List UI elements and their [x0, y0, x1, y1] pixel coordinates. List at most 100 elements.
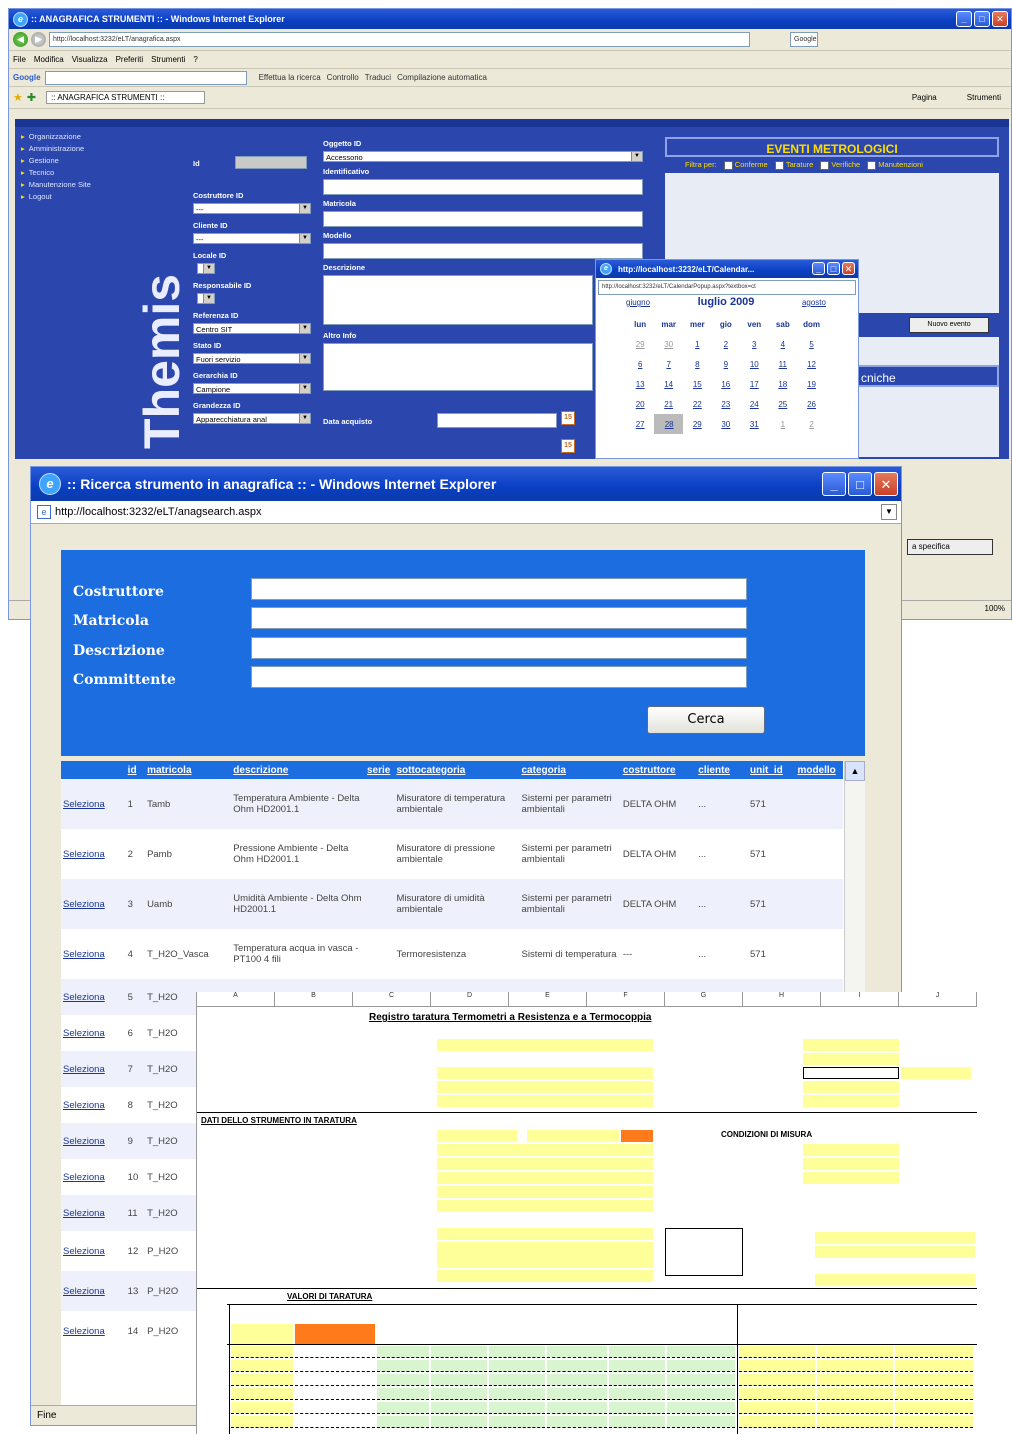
cal-close-button[interactable]: ✕ [842, 262, 855, 275]
nav-organizzazione[interactable]: Organizzazione [21, 131, 151, 143]
seleziona-link[interactable]: Seleziona [63, 899, 105, 910]
nav-amministrazione[interactable]: Amministrazione [21, 143, 151, 155]
nuovo-evento-button[interactable]: Nuovo evento [909, 317, 989, 333]
google-autofill-button[interactable]: Compilazione automatica [397, 73, 487, 82]
maximize-button[interactable]: □ [974, 11, 990, 27]
calendar-day[interactable]: 25 [769, 394, 798, 414]
seleziona-link[interactable]: Seleziona [63, 1286, 105, 1297]
sheet-cell[interactable] [815, 1246, 975, 1258]
sheet-data-cell[interactable] [895, 1374, 973, 1386]
sheet-cell[interactable] [803, 1144, 899, 1156]
calendar-day[interactable]: 29 [626, 334, 654, 354]
sheet-cell[interactable] [437, 1158, 653, 1170]
calendar-prev-month[interactable]: giugno [626, 298, 650, 307]
search-address-bar[interactable]: e http://localhost:3232/eLT/anagsearch.a… [31, 501, 901, 524]
sheet-data-cell[interactable] [609, 1374, 665, 1386]
calendar-day[interactable]: 18 [769, 374, 798, 394]
sheet-data-cell[interactable] [489, 1346, 545, 1358]
calendar-next-month[interactable]: agosto [802, 298, 826, 307]
column-header-cliente[interactable]: cliente [696, 761, 749, 779]
sheet-cell[interactable] [437, 1067, 653, 1079]
search-minimize-button[interactable]: _ [822, 472, 846, 496]
seleziona-link[interactable]: Seleziona [63, 1246, 105, 1257]
locale-select[interactable]: ▼ [197, 263, 215, 274]
sheet-data-cell[interactable] [431, 1402, 487, 1414]
sheet-data-cell[interactable] [817, 1374, 893, 1386]
sheet-data-cell[interactable] [667, 1416, 735, 1428]
seleziona-link[interactable]: Seleziona [63, 949, 105, 960]
sheet-data-cell[interactable] [547, 1374, 607, 1386]
calendar-day[interactable]: 23 [712, 394, 740, 414]
sheet-cell[interactable] [437, 1200, 653, 1212]
search-close-button[interactable]: ✕ [874, 472, 898, 496]
calendar-day[interactable]: 20 [626, 394, 654, 414]
sheet-data-cell[interactable] [231, 1360, 293, 1372]
sheet-data-cell[interactable] [295, 1416, 375, 1428]
sheet-data-cell[interactable] [895, 1388, 973, 1400]
gerarchia-select[interactable]: Campione ▼ [193, 383, 311, 394]
column-header-unit-id[interactable]: unit_id [748, 761, 796, 779]
sheet-data-cell[interactable] [295, 1402, 375, 1414]
sheet-data-cell[interactable] [431, 1360, 487, 1372]
sheet-data-cell[interactable] [489, 1374, 545, 1386]
sheet-data-cell[interactable] [817, 1388, 893, 1400]
add-favorite-icon[interactable]: ✚ [27, 91, 36, 104]
calendar-icon-2[interactable]: 15 [561, 439, 575, 453]
cliente-select[interactable]: --- ▼ [193, 233, 311, 244]
costruttore-select[interactable]: --- ▼ [193, 203, 311, 214]
calendar-day[interactable]: 24 [740, 394, 769, 414]
sheet-data-cell[interactable] [667, 1388, 735, 1400]
calendar-day[interactable]: 14 [654, 374, 683, 394]
sheet-data-cell[interactable] [377, 1388, 429, 1400]
calendar-day[interactable]: 5 [797, 334, 826, 354]
seleziona-link[interactable]: Seleziona [63, 1064, 105, 1075]
column-header-categoria[interactable]: categoria [519, 761, 621, 779]
sheet-data-cell[interactable] [431, 1346, 487, 1358]
calendar-day[interactable]: 2 [712, 334, 740, 354]
sheet-cell[interactable] [901, 1067, 971, 1079]
sheet-data-cell[interactable] [377, 1416, 429, 1428]
menu-modifica[interactable]: Modifica [34, 55, 64, 64]
nav-gestione[interactable]: Gestione [21, 155, 151, 167]
seleziona-link[interactable]: Seleziona [63, 1100, 105, 1111]
sheet-cell[interactable] [803, 1039, 899, 1051]
sheet-cell[interactable] [803, 1081, 899, 1093]
column-header-costruttore[interactable]: costruttore [620, 761, 697, 779]
calendar-day[interactable]: 17 [740, 374, 769, 394]
sheet-data-cell[interactable] [231, 1346, 293, 1358]
sheet-cell[interactable] [803, 1172, 899, 1184]
calendar-day[interactable]: 19 [797, 374, 826, 394]
sheet-data-cell[interactable] [609, 1360, 665, 1372]
sheet-data-cell[interactable] [609, 1402, 665, 1414]
scroll-up-icon[interactable]: ▲ [845, 761, 865, 781]
sheet-data-cell[interactable] [377, 1402, 429, 1414]
id-field[interactable] [235, 156, 307, 169]
sheet-data-cell[interactable] [739, 1360, 815, 1372]
sheet-data-cell[interactable] [667, 1346, 735, 1358]
sheet-cell[interactable] [815, 1274, 975, 1286]
sheet-data-cell[interactable] [739, 1388, 815, 1400]
sheet-data-cell[interactable] [431, 1374, 487, 1386]
cerca-button[interactable]: Cerca [647, 706, 765, 734]
sheet-data-cell[interactable] [609, 1388, 665, 1400]
google-check-button[interactable]: Controllo [327, 73, 359, 82]
sheet-cell[interactable] [437, 1130, 517, 1142]
calendar-day[interactable]: 10 [740, 354, 769, 374]
forward-icon[interactable]: ▶ [31, 32, 46, 47]
calendar-day[interactable]: 8 [683, 354, 712, 374]
seleziona-link[interactable]: Seleziona [63, 1326, 105, 1337]
cal-minimize-button[interactable]: _ [812, 262, 825, 275]
sheet-data-cell[interactable] [739, 1416, 815, 1428]
calendar-day[interactable]: 7 [654, 354, 683, 374]
page-menu[interactable]: Pagina [912, 93, 937, 102]
google-search-input[interactable] [44, 70, 247, 85]
calendar-day[interactable]: 9 [712, 354, 740, 374]
filter-verifiche-checkbox[interactable] [820, 160, 830, 170]
sheet-cell[interactable] [527, 1130, 619, 1142]
sheet-cell[interactable] [803, 1067, 899, 1079]
sheet-data-cell[interactable] [817, 1360, 893, 1372]
sheet-data-cell[interactable] [431, 1388, 487, 1400]
back-icon[interactable]: ◀ [13, 32, 28, 47]
calendar-day[interactable]: 30 [654, 334, 683, 354]
sheet-cell[interactable] [437, 1095, 653, 1107]
